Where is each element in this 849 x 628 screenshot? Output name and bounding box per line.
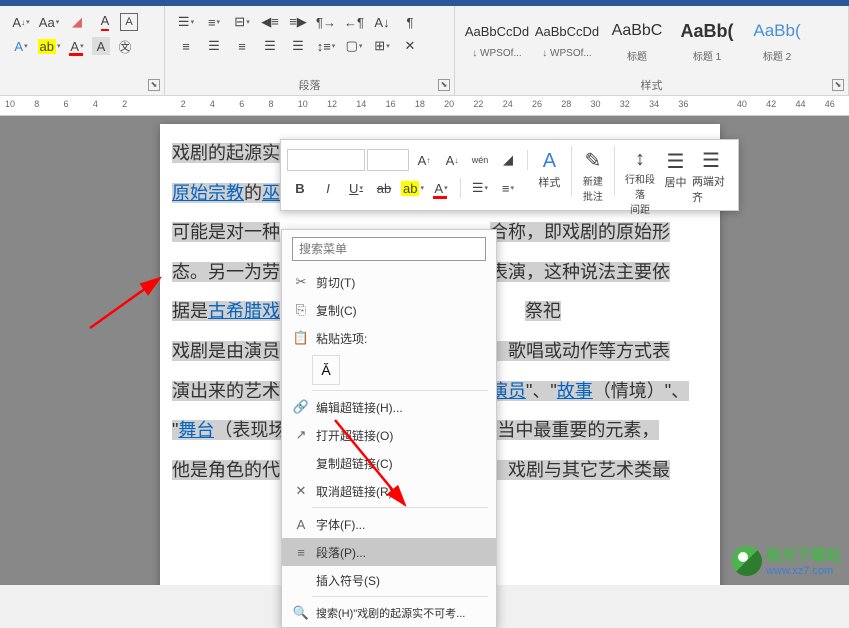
ctx-font[interactable]: A字体(F)... [282, 510, 496, 538]
copy-icon: ⎘ [290, 302, 312, 318]
mini-numbering[interactable]: ≡▾ [495, 175, 521, 201]
ruler[interactable]: 1086422468101214161820222426283032343640… [0, 96, 849, 116]
align-justify[interactable]: ☰ [257, 34, 283, 58]
shading[interactable]: ▢▾ [341, 34, 367, 58]
mini-italic[interactable]: I [315, 175, 341, 201]
mini-styles[interactable]: A样式 [532, 146, 567, 202]
font-icon: A [290, 517, 312, 532]
char-shading[interactable]: A [92, 37, 110, 55]
font-color[interactable]: A▾ [64, 34, 90, 58]
paragraph-label: 段落 [165, 77, 454, 93]
scissors-icon: ✂ [290, 274, 312, 290]
multilevel[interactable]: ⊟▾ [229, 10, 255, 34]
bullets[interactable]: ☰▾ [173, 10, 199, 34]
font-size-dec[interactable]: A↓▾ [8, 10, 34, 34]
mini-center[interactable]: ☰居中 [661, 146, 690, 202]
align-left[interactable]: ≡ [173, 34, 199, 58]
ribbon: A↓▾ Aa▾ ◢ A A A▾ ab▾ A▾ A ㉆ ⬊ ☰▾ ≡▾ ⊟▾ ◀… [0, 6, 849, 96]
indent-inc[interactable]: ≡▶ [285, 10, 311, 34]
font-group: A↓▾ Aa▾ ◢ A A A▾ ab▾ A▾ A ㉆ ⬊ [0, 6, 165, 95]
ctx-cut[interactable]: ✂剪切(T) [282, 268, 496, 296]
mini-font-size[interactable] [367, 149, 409, 171]
align-center[interactable]: ☰ [201, 34, 227, 58]
mini-underline[interactable]: U▾ [343, 175, 369, 201]
mini-line-spacing[interactable]: ↕行和段落 间距 [619, 146, 661, 202]
ctx-open-link[interactable]: ↗打开超链接(O) [282, 421, 496, 449]
ctx-search[interactable]: 🔍搜索(H)"戏剧的起源实不可考... [282, 599, 496, 627]
search-icon: 🔍 [290, 605, 312, 621]
borders[interactable]: ⊞▾ [369, 34, 395, 58]
style-2[interactable]: AaBbCcDd↓ WPSOf... [533, 11, 601, 67]
mini-bullets[interactable]: ☰▾ [467, 175, 493, 201]
ctx-remove-link[interactable]: ✕取消超链接(R) [282, 477, 496, 505]
show-marks[interactable]: ¶ [397, 10, 423, 34]
mini-clear[interactable]: ◢ [495, 147, 521, 173]
para-expand[interactable]: ⬊ [438, 79, 450, 91]
mini-bold[interactable]: B [287, 175, 313, 201]
ctx-copy[interactable]: ⎘复制(C) [282, 296, 496, 324]
styles-expand[interactable]: ⬊ [832, 79, 844, 91]
ctx-paste-options: 📋粘贴选项: [282, 324, 496, 352]
link-remove-icon: ✕ [290, 483, 312, 499]
mini-color[interactable]: A▾ [428, 175, 454, 201]
clear-format[interactable]: ◢ [64, 10, 90, 34]
ctx-edit-link[interactable]: 🔗编辑超链接(H)... [282, 393, 496, 421]
ctx-paragraph[interactable]: ≡段落(P)... [282, 538, 496, 566]
mini-phonetic[interactable]: wén [467, 147, 493, 173]
link-open-icon: ↗ [290, 427, 312, 443]
style-1[interactable]: AaBbCcDd↓ WPSOf... [463, 11, 531, 67]
char-border[interactable]: A [120, 13, 138, 31]
watermark: 极光下载站 www.xz7.com [732, 544, 841, 577]
style-5[interactable]: AaBb(标题 2 [743, 11, 811, 67]
font-expand[interactable]: ⬊ [148, 79, 160, 91]
indent-dec[interactable]: ◀≡ [257, 10, 283, 34]
watermark-logo-icon [732, 546, 762, 576]
styles-group: AaBbCcDd↓ WPSOf... AaBbCcDd↓ WPSOf... Aa… [455, 6, 849, 95]
snap-grid[interactable]: ✕ [397, 34, 423, 58]
mini-grow[interactable]: A↑ [411, 147, 437, 173]
style-3[interactable]: AaBbC标题 [603, 11, 671, 67]
clipboard-icon: 📋 [290, 330, 312, 346]
styles-label: 样式 [455, 77, 848, 93]
phonetic[interactable]: A [92, 10, 118, 34]
align-right[interactable]: ≡ [229, 34, 255, 58]
align-dist[interactable]: ☰ [285, 34, 311, 58]
link-edit-icon: 🔗 [290, 399, 312, 415]
mini-font-name[interactable] [287, 149, 365, 171]
mini-toolbar: A↑ A↓ wén ◢ B I U▾ ab ab▾ A▾ ☰▾ ≡▾ A样式 ✎… [280, 139, 739, 211]
mini-new-comment[interactable]: ✎新建 批注 [575, 146, 610, 202]
enclose-char[interactable]: ㉆ [112, 34, 138, 58]
ltr[interactable]: ¶→ [313, 10, 339, 34]
mini-highlight[interactable]: ab▾ [399, 175, 426, 201]
style-4[interactable]: AaBb(标题 1 [673, 11, 741, 67]
change-case[interactable]: Aa▾ [36, 10, 62, 34]
line-spacing[interactable]: ↕≡▾ [313, 34, 339, 58]
rtl[interactable]: ←¶ [341, 10, 367, 34]
sort[interactable]: A↓ [369, 10, 395, 34]
menu-search[interactable] [292, 237, 486, 261]
ctx-copy-link[interactable]: 复制超链接(C) [282, 449, 496, 477]
text-effects[interactable]: A▾ [8, 34, 34, 58]
paste-keep-text[interactable]: Ă [312, 355, 340, 385]
mini-justify[interactable]: ☰两端对齐 [690, 146, 732, 202]
paragraph-group: ☰▾ ≡▾ ⊟▾ ◀≡ ≡▶ ¶→ ←¶ A↓ ¶ ≡ ☰ ≡ ☰ ☰ ↕≡▾ … [165, 6, 455, 95]
paragraph-icon: ≡ [290, 545, 312, 560]
ctx-insert-symbol[interactable]: 插入符号(S) [282, 566, 496, 594]
highlight[interactable]: ab▾ [36, 34, 62, 58]
numbering[interactable]: ≡▾ [201, 10, 227, 34]
context-menu: ✂剪切(T) ⎘复制(C) 📋粘贴选项: Ă 🔗编辑超链接(H)... ↗打开超… [281, 229, 497, 628]
mini-strike[interactable]: ab [371, 175, 397, 201]
mini-shrink[interactable]: A↓ [439, 147, 465, 173]
